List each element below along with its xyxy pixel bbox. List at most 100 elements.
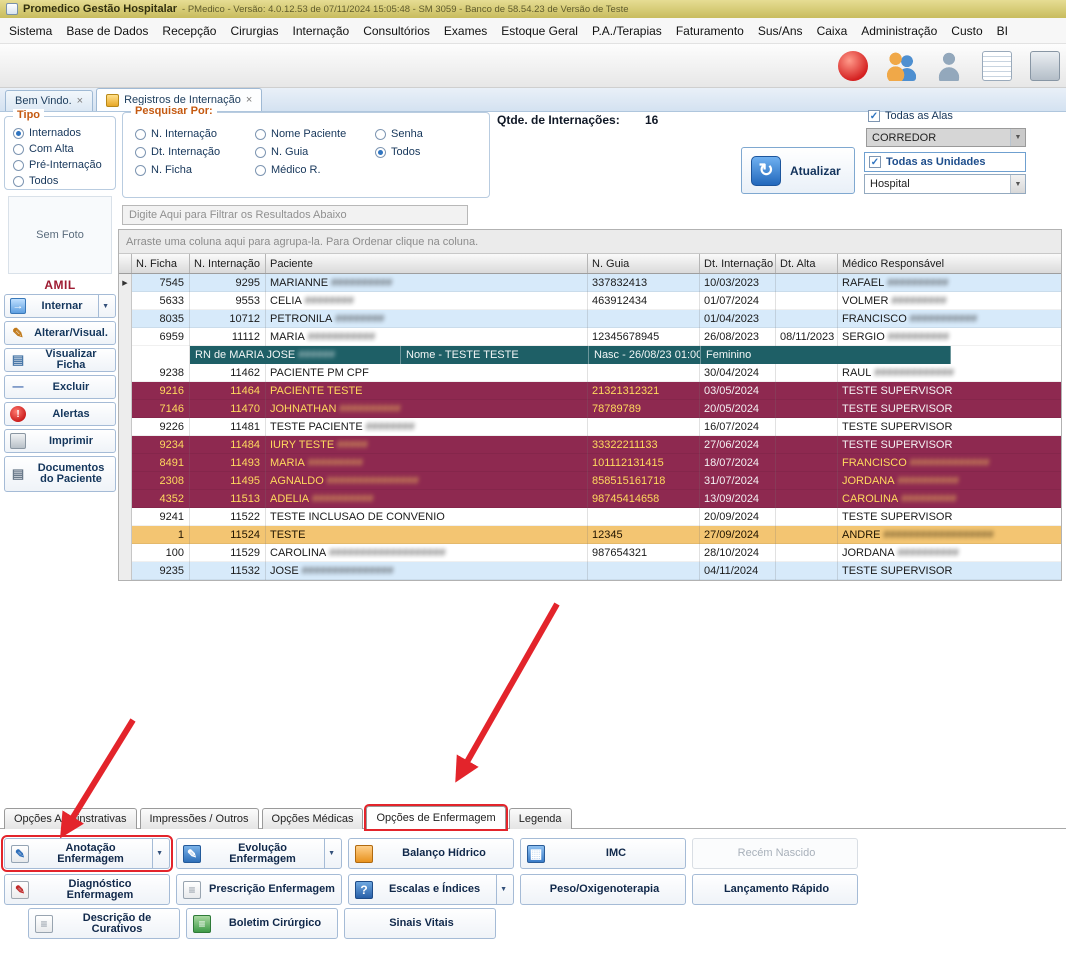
table-row[interactable]: 9216 11464 PACIENTE TESTE 21321312321 03/05/… xyxy=(119,382,1061,400)
menu-item-consultorios[interactable]: Consultórios xyxy=(356,20,437,42)
dropdown-arrow-icon[interactable] xyxy=(152,839,166,868)
nursing-button-peso-oxigenoterapia[interactable]: Peso/Oxigenoterapia xyxy=(520,874,686,905)
radio-n-internacao[interactable]: N. Internação xyxy=(135,126,255,142)
radio-internados[interactable]: Internados xyxy=(13,125,115,141)
patients-icon[interactable] xyxy=(886,50,916,81)
table-row[interactable]: 8035 10712 PETRONILA ######## 01/04/2023 FRAN… xyxy=(119,310,1061,328)
nursing-button-boletim-cirurgico[interactable]: Boletim Cirúrgico xyxy=(186,908,338,939)
column-header-medico-responsavel[interactable]: Médico Responsável xyxy=(838,254,1061,273)
table-row[interactable]: 5633 9553 CELIA ######## 463912434 01/07/2024… xyxy=(119,292,1061,310)
radio-senha[interactable]: Senha xyxy=(375,126,475,142)
sidebar-button-alertas[interactable]: Alertas xyxy=(4,402,116,426)
table-row[interactable]: 9234 11484 IURY TESTE ##### 33322211133 27/06… xyxy=(119,436,1061,454)
unidade-combobox[interactable]: Hospital xyxy=(864,174,1026,194)
column-header-n-internacao[interactable]: N. Internação xyxy=(190,254,266,273)
bottom-tab-opcoes-de-enfermagem[interactable]: Opções de Enfermagem xyxy=(364,804,508,831)
bottom-tab-opcoes-medicas[interactable]: Opções Médicas xyxy=(261,808,364,829)
nursing-button-imc[interactable]: IMC xyxy=(520,838,686,869)
column-header-dt-alta[interactable]: Dt. Alta xyxy=(776,254,838,273)
tab-bem-vindo[interactable]: Bem Vindo. xyxy=(5,90,94,111)
table-row[interactable]: 75459295MARIANNE##########33783241310/03… xyxy=(119,274,1061,292)
nursing-button-anotacao-enfermagem[interactable]: Anotação Enfermagem xyxy=(1,835,173,872)
sidebar-button-imprimir[interactable]: Imprimir xyxy=(4,429,116,453)
table-row[interactable]: 9235 11532 JOSE ############### 04/11/2024 TE… xyxy=(119,562,1061,580)
menu-item-exames[interactable]: Exames xyxy=(437,20,494,42)
todas-unidades-checkbox[interactable]: Todas as Unidades xyxy=(864,152,1026,172)
table-row[interactable]: 2308 11495 AGNALDO ############### 858515161… xyxy=(119,472,1061,490)
tab-close-icon[interactable] xyxy=(246,95,252,106)
table-row[interactable]: 9238 11462 PACIENTE PM CPF 30/04/2024 RAUL ##… xyxy=(119,364,1061,382)
sidebar-button-alterar-visual[interactable]: Alterar/Visual. xyxy=(4,321,116,345)
column-header-paciente[interactable]: Paciente xyxy=(266,254,588,273)
nursing-button-lancamento-rapido[interactable]: Lançamento Rápido xyxy=(692,874,858,905)
reports-icon[interactable] xyxy=(982,50,1012,81)
sidebar-button-documentos-do-paciente[interactable]: Documentos do Paciente xyxy=(4,456,116,492)
ala-combobox[interactable]: CORREDOR xyxy=(866,128,1026,147)
nursing-button-diagnostico-enfermagem[interactable]: Diagnóstico Enfermagem xyxy=(4,874,170,905)
menu-item-recepcao[interactable]: Recepção xyxy=(155,20,223,42)
menu-item-p-a-terapias[interactable]: P.A./Terapias xyxy=(585,20,669,42)
menu-item-sus-ans[interactable]: Sus/Ans xyxy=(751,20,810,42)
menu-item-administracao[interactable]: Administração xyxy=(854,20,944,42)
menu-item-estoque-geral[interactable]: Estoque Geral xyxy=(494,20,585,42)
bottom-tab-legenda[interactable]: Legenda xyxy=(508,808,572,829)
menu-item-sistema[interactable]: Sistema xyxy=(2,20,59,42)
support-icon[interactable] xyxy=(838,50,868,81)
rn-subrow[interactable]: RN de MARIA JOSE ###### Nome - TESTE TESTE… xyxy=(119,346,1061,364)
column-header-n-ficha[interactable]: N. Ficha xyxy=(132,254,190,273)
table-row[interactable]: 6959 11112 MARIA ########### 12345678945 26/0… xyxy=(119,328,1061,346)
radio-todos[interactable]: Todos xyxy=(13,173,115,189)
nursing-button-prescricao-enfermagem[interactable]: Prescrição Enfermagem xyxy=(176,874,342,905)
sidebar-button-visualizar-ficha[interactable]: Visualizar Ficha xyxy=(4,348,116,372)
print-fax-icon[interactable] xyxy=(1030,50,1060,81)
menu-item-caixa[interactable]: Caixa xyxy=(810,20,855,42)
nursing-button-balanco-hidrico[interactable]: Balanço Hídrico xyxy=(348,838,514,869)
radio-indicator xyxy=(13,143,24,155)
column-header-dt-internacao[interactable]: Dt. Internação xyxy=(700,254,776,273)
nursing-button-evolucao-enfermagem[interactable]: Evolução Enfermagem xyxy=(176,838,342,869)
sidebar-button-excluir[interactable]: Excluir xyxy=(4,375,116,399)
radio-pre-internacao[interactable]: Pré-Internação xyxy=(13,157,115,173)
table-row[interactable]: 4352 11513 ADELIA ########## 98745414658 13/0… xyxy=(119,490,1061,508)
nursing-button-escalas-e-indices[interactable]: Escalas e Índices xyxy=(348,874,514,905)
redacted-text: ######## xyxy=(304,295,354,307)
filter-input[interactable] xyxy=(122,205,468,225)
sidebar-button-internar[interactable]: Internar xyxy=(4,294,116,318)
tab-close-icon[interactable] xyxy=(77,96,83,107)
dropdown-arrow-icon[interactable] xyxy=(98,295,112,317)
menu-item-bi[interactable]: BI xyxy=(990,20,1015,42)
radio-n-ficha[interactable]: N. Ficha xyxy=(135,162,255,178)
app-window: Promedico Gestão Hospitalar - PMedico - … xyxy=(0,0,1066,960)
group-by-hint[interactable]: Arraste uma coluna aqui para agrupa-la. … xyxy=(119,230,1061,254)
todas-alas-checkbox[interactable]: Todas as Alas xyxy=(868,110,953,122)
nursing-button-sinais-vitais[interactable]: Sinais Vitais xyxy=(344,908,496,939)
bottom-tab-opcoes-adminstrativas[interactable]: Opções Adminstrativas xyxy=(4,808,137,829)
menu-item-faturamento[interactable]: Faturamento xyxy=(669,20,751,42)
menu-item-internacao[interactable]: Internação xyxy=(285,20,356,42)
radio-n-guia[interactable]: N. Guia xyxy=(255,144,375,160)
menu-item-custo[interactable]: Custo xyxy=(944,20,989,42)
column-header-n-guia[interactable]: N. Guia xyxy=(588,254,700,273)
button-label: Peso/Oxigenoterapia xyxy=(549,883,660,895)
menu-item-cirurgias[interactable]: Cirurgias xyxy=(223,20,285,42)
menu-item-base-de-dados[interactable]: Base de Dados xyxy=(59,20,155,42)
dropdown-arrow-icon[interactable] xyxy=(324,839,338,868)
cell-internacao: 11495 xyxy=(190,472,266,490)
radio-dt-internacao[interactable]: Dt. Internação xyxy=(135,144,255,160)
table-row[interactable]: 1 11524 TESTE 12345 27/09/2024 ANDRE #########… xyxy=(119,526,1061,544)
table-row[interactable]: 9226 11481 TESTE PACIENTE ######## 16/07/202… xyxy=(119,418,1061,436)
bottom-tab-impressoes-outros[interactable]: Impressões / Outros xyxy=(139,808,259,829)
table-row[interactable]: 8491 11493 MARIA ######### 101112131415 18/07… xyxy=(119,454,1061,472)
radio-nome-paciente[interactable]: Nome Paciente xyxy=(255,126,375,142)
user-icon[interactable] xyxy=(934,50,964,81)
cell-ficha: 9241 xyxy=(132,508,190,526)
dropdown-arrow-icon[interactable] xyxy=(496,875,510,904)
nursing-button-descricao-de-curativos[interactable]: Descrição de Curativos xyxy=(28,908,180,939)
radio-todos[interactable]: Todos xyxy=(375,144,475,160)
table-row[interactable]: 100 11529 CAROLINA ################### 98765… xyxy=(119,544,1061,562)
radio-medico-r[interactable]: Médico R. xyxy=(255,162,375,178)
table-row[interactable]: 9241 11522 TESTE INCLUSAO DE CONVENIO 20/09… xyxy=(119,508,1061,526)
table-row[interactable]: 7146 11470 JOHNATHAN ########## 78789789 20/0… xyxy=(119,400,1061,418)
radio-com-alta[interactable]: Com Alta xyxy=(13,141,115,157)
refresh-button[interactable]: Atualizar xyxy=(741,147,855,194)
